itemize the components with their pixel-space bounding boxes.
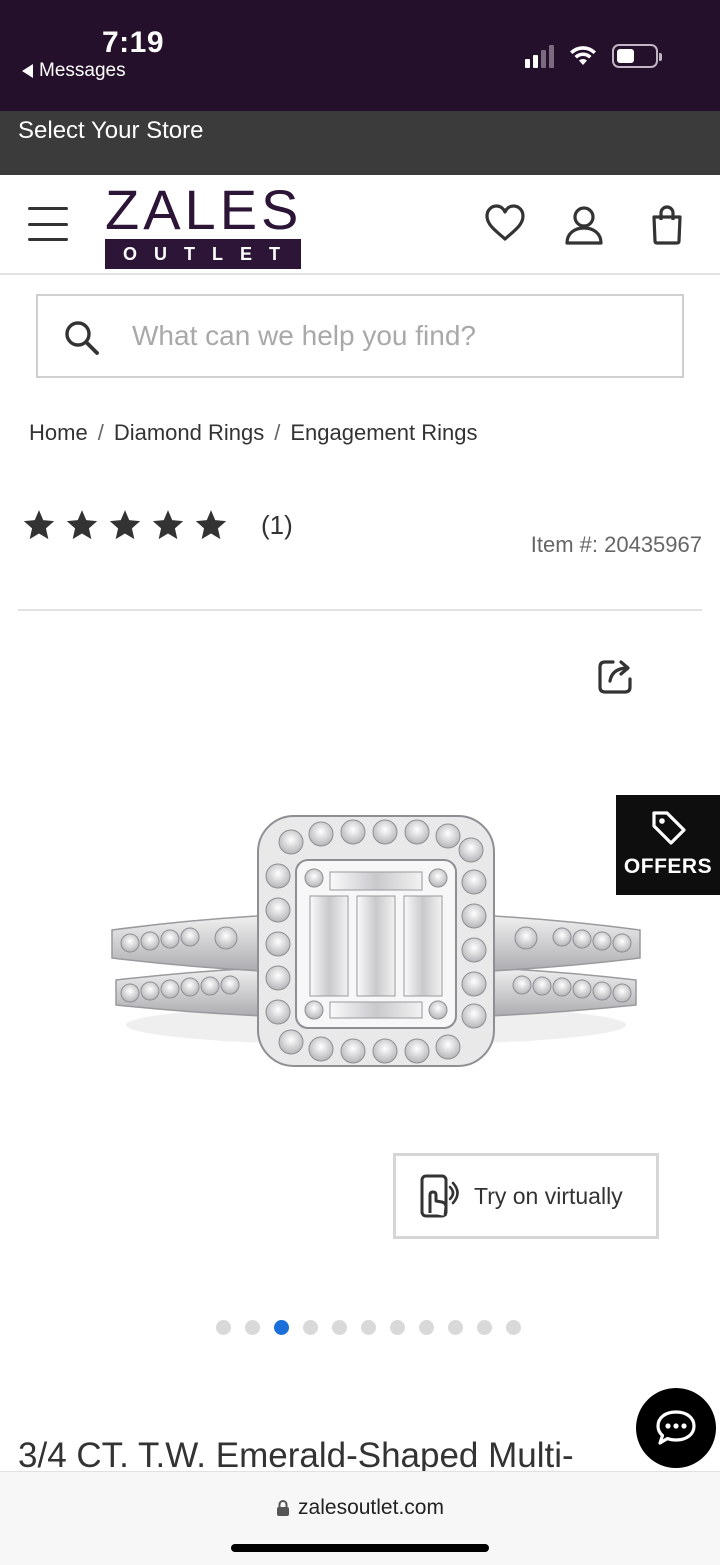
carousel-dot[interactable]: [245, 1320, 260, 1335]
site-header: ZALES OUTLET: [0, 175, 720, 275]
carousel-dot[interactable]: [216, 1320, 231, 1335]
star-icon: [23, 510, 55, 540]
offers-tab[interactable]: OFFERS: [616, 795, 720, 895]
shopping-bag-icon[interactable]: [650, 205, 684, 245]
star-icon: [152, 510, 184, 540]
status-time: 7:19: [102, 26, 165, 59]
back-label: Messages: [39, 60, 126, 81]
try-on-label: Try on virtually: [474, 1182, 623, 1209]
item-number: Item #: 20435967: [530, 532, 702, 557]
search-input[interactable]: [132, 316, 652, 356]
back-to-messages[interactable]: Messages: [22, 60, 126, 82]
carousel-dot[interactable]: [506, 1320, 521, 1335]
cellular-signal-icon: [525, 44, 554, 68]
offers-label: OFFERS: [623, 855, 713, 878]
breadcrumb-separator: /: [97, 420, 104, 445]
battery-icon: [612, 44, 662, 68]
lock-icon: [277, 1500, 290, 1516]
carousel-dot[interactable]: [448, 1320, 463, 1335]
product-image[interactable]: [96, 800, 656, 1090]
image-carousel-dots: [216, 1320, 521, 1335]
search-icon[interactable]: [62, 318, 102, 358]
search-box[interactable]: [36, 294, 684, 378]
select-store-label: Select Your Store: [18, 117, 204, 144]
menu-icon[interactable]: [28, 207, 68, 241]
address-bar[interactable]: zalesoutlet.com: [0, 1496, 720, 1520]
product-rating[interactable]: (1): [22, 508, 293, 542]
divider: [18, 609, 702, 611]
carousel-dot[interactable]: [390, 1320, 405, 1335]
carousel-dot[interactable]: [332, 1320, 347, 1335]
star-icon: [195, 510, 227, 540]
logo-wordmark: ZALES: [105, 178, 303, 241]
status-bar: 7:19 Messages: [0, 0, 720, 111]
zales-outlet-logo[interactable]: ZALES OUTLET: [105, 181, 301, 269]
breadcrumb-home[interactable]: Home: [29, 420, 88, 446]
price-tag-icon: [652, 811, 686, 845]
home-indicator: [231, 1544, 489, 1552]
star-icon: [66, 510, 98, 540]
user-icon[interactable]: [564, 205, 604, 245]
carousel-dot[interactable]: [361, 1320, 376, 1335]
heart-icon[interactable]: [484, 203, 526, 243]
browser-bottom-bar: zalesoutlet.com: [0, 1471, 720, 1565]
share-icon[interactable]: [596, 656, 636, 696]
chat-button[interactable]: [636, 1388, 716, 1468]
product-title: 3/4 CT. T.W. Emerald-Shaped Multi-: [18, 1436, 574, 1474]
carousel-dot[interactable]: [419, 1320, 434, 1335]
breadcrumb-engagement-rings[interactable]: Engagement Rings: [290, 420, 477, 446]
status-icons: [525, 44, 662, 68]
logo-subtitle: OUTLET: [105, 239, 301, 269]
virtual-try-on-icon: [420, 1174, 459, 1218]
breadcrumb-diamond-rings[interactable]: Diamond Rings: [114, 420, 264, 446]
url-text: zalesoutlet.com: [298, 1496, 444, 1519]
breadcrumb: Home / Diamond Rings / Engagement Rings: [29, 420, 477, 446]
try-on-virtually-button[interactable]: Try on virtually: [393, 1153, 659, 1239]
back-arrow-icon: [22, 64, 33, 78]
carousel-dot[interactable]: [303, 1320, 318, 1335]
breadcrumb-separator: /: [274, 420, 281, 445]
carousel-dot[interactable]: [274, 1320, 289, 1335]
carousel-dot[interactable]: [477, 1320, 492, 1335]
star-icon: [109, 510, 141, 540]
review-count[interactable]: (1): [261, 510, 293, 541]
chat-bubble-icon: [656, 1410, 696, 1445]
wifi-icon: [570, 46, 596, 65]
select-store-bar[interactable]: Select Your Store: [0, 111, 720, 175]
